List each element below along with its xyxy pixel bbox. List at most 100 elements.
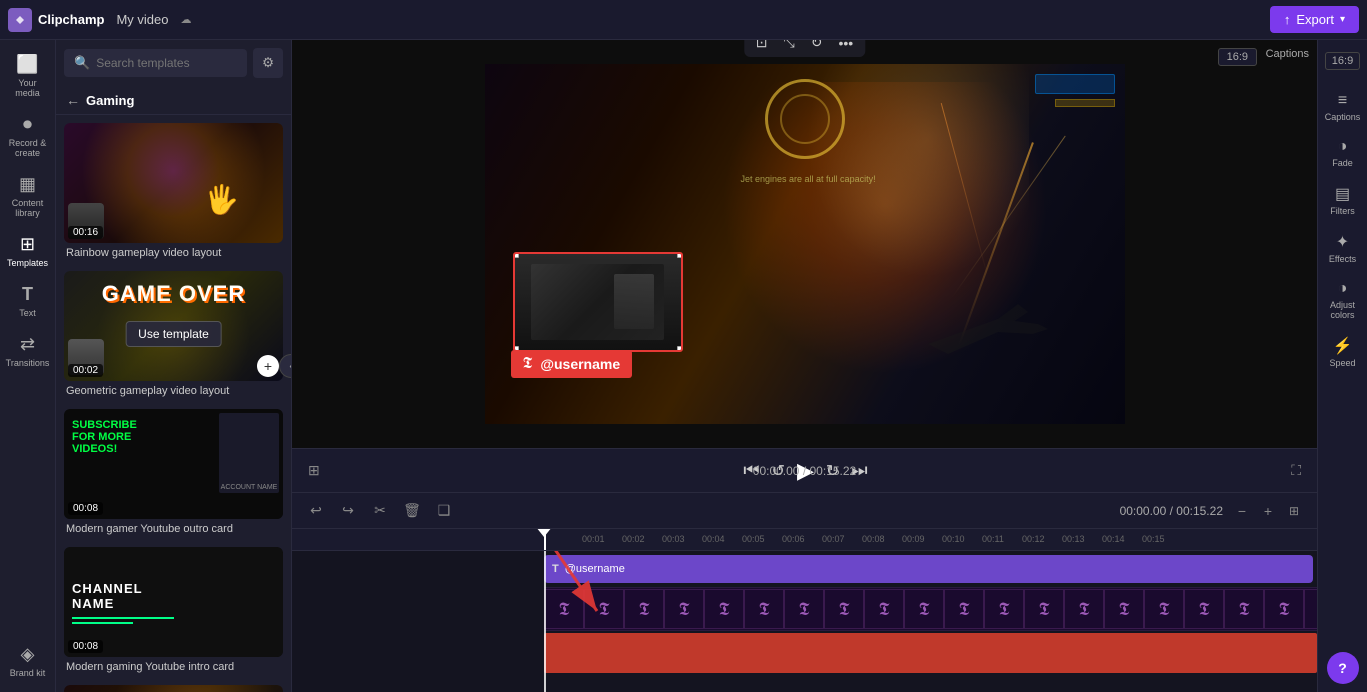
template-item-extra[interactable]	[64, 685, 283, 692]
fit-zoom-button[interactable]: ⊞	[1283, 500, 1305, 522]
ruler-mark-12: 00:12	[1022, 534, 1045, 544]
sidebar-item-label-content-library: Contentlibrary	[12, 198, 44, 218]
sidebar-item-label-templates: Templates	[7, 258, 48, 268]
redo-button[interactable]: ↪	[336, 499, 360, 523]
twitch-cell-3: 𝕿	[624, 589, 664, 629]
ruler-mark-3: 00:03	[662, 534, 685, 544]
ratio-button[interactable]: 16:9	[1325, 52, 1360, 70]
ruler-mark-14: 00:14	[1102, 534, 1125, 544]
template-add-button-geometric[interactable]: +	[257, 355, 279, 377]
video-preview: ⊡ ⤡ ↻ •••	[485, 64, 1125, 424]
timeline-area: ↩ ↪ ✂ 🗑 ❑ 00:00.00 / 00:15.22 − + ⊞	[292, 492, 1317, 692]
ruler-mark-15: 00:15	[1142, 534, 1165, 544]
video-toolbar: ⊡ ⤡ ↻ •••	[744, 40, 865, 57]
twitch-cell-2: 𝕿	[584, 589, 624, 629]
template-item-rainbow-gameplay[interactable]: 00:16 Rainbow gameplay video layout 🖐	[64, 123, 283, 263]
template-item-modern-gamer-outro[interactable]: SUBSCRIBEFOR MOREVIDEOS! ACCOUNT NAME 00…	[64, 409, 283, 539]
search-input[interactable]	[96, 56, 237, 70]
filter-button[interactable]: ⚙	[253, 48, 283, 78]
crop-button[interactable]: ⊡	[752, 40, 772, 53]
twitch-cell-4: 𝕿	[664, 589, 704, 629]
sidebar-item-label-transitions: Transitions	[6, 358, 50, 368]
left-sidebar: ⬜ Your media ⏺ Record &create ▦ Contentl…	[0, 40, 56, 692]
template-thumb-outro: SUBSCRIBEFOR MOREVIDEOS! ACCOUNT NAME 00…	[64, 409, 283, 519]
twitch-cell-18: 𝕿	[1224, 589, 1264, 629]
zoom-in-button[interactable]: +	[1257, 500, 1279, 522]
auto-save-icon: ☁	[181, 13, 192, 26]
play-button[interactable]: ▶	[797, 458, 814, 484]
use-template-tooltip[interactable]: Use template	[125, 321, 222, 347]
ruler-mark-8: 00:08	[862, 534, 885, 544]
captions-icon: ≡	[1338, 92, 1347, 110]
video-preview-container: 16:9 Captions ⊡ ⤡ ↻ •••	[292, 40, 1317, 448]
center-area: 16:9 Captions ⊡ ⤡ ↻ •••	[292, 40, 1317, 692]
template-item-geometric-gameplay[interactable]: GAME OVER 00:02 + Geometric gameplay vid…	[64, 271, 283, 401]
sidebar-item-record-create[interactable]: ⏺ Record &create	[3, 108, 53, 164]
captions-button[interactable]: ≡ Captions	[1320, 86, 1366, 128]
video-background: Jet engines are all at full capacity!	[485, 64, 1125, 424]
rewind-button[interactable]: ↺	[772, 461, 785, 481]
sidebar-item-text[interactable]: T Text	[3, 278, 53, 324]
template-thumb-intro: CHANNELNAME 00:08	[64, 547, 283, 657]
cut-button[interactable]: ✂	[368, 499, 392, 523]
skip-to-start-button[interactable]: ⏮	[743, 460, 759, 481]
export-button[interactable]: ↑ Export ▾	[1270, 6, 1359, 33]
twitch-username: @username	[540, 356, 620, 372]
search-box[interactable]: 🔍	[64, 49, 247, 77]
playhead-head	[536, 529, 552, 537]
fade-button[interactable]: ◑ Fade	[1320, 132, 1366, 174]
text-track[interactable]: T @username	[544, 555, 1313, 583]
overlay-cam[interactable]	[513, 252, 683, 352]
fullscreen-button[interactable]: ⛶	[1291, 462, 1301, 479]
speed-button[interactable]: ⚡ Speed	[1320, 330, 1366, 374]
captions-label: Captions	[1325, 112, 1361, 122]
twitch-cell-9: 𝕿	[864, 589, 904, 629]
handle-br[interactable]	[677, 346, 683, 352]
main-video-track[interactable]	[544, 633, 1317, 673]
timeline-time-display: 00:00.00 / 00:15.22	[1120, 504, 1223, 518]
help-button[interactable]: ?	[1327, 652, 1359, 684]
picture-in-picture-button[interactable]: ⊞	[308, 462, 320, 479]
sidebar-item-brand-kit[interactable]: ◈ Brand kit	[3, 638, 53, 684]
ruler-mark-4: 00:04	[702, 534, 725, 544]
templates-icon: ⊞	[20, 234, 35, 255]
sidebar-item-your-media[interactable]: ⬜ Your media	[3, 48, 53, 104]
sidebar-item-transitions[interactable]: ⇄ Transitions	[3, 328, 53, 374]
resize-button[interactable]: ⤡	[780, 40, 799, 53]
template-item-modern-gaming-intro[interactable]: CHANNELNAME 00:08 Modern gaming Youtube …	[64, 547, 283, 677]
delete-button[interactable]: 🗑	[400, 499, 424, 523]
template-label-intro: Modern gaming Youtube intro card	[64, 661, 283, 677]
duplicate-button[interactable]: ❑	[432, 499, 456, 523]
logo-icon	[8, 8, 32, 32]
effects-button[interactable]: ✦ Effects	[1320, 226, 1366, 270]
topbar: Clipchamp My video ☁ ↑ Export ▾	[0, 0, 1367, 40]
twitch-cell-6: 𝕿	[744, 589, 784, 629]
twitch-cell-1: 𝕿	[544, 589, 584, 629]
back-button[interactable]: ←	[66, 92, 80, 108]
twitch-logo-icon: 𝕿	[523, 355, 533, 373]
skip-to-end-button[interactable]: ⏭	[851, 460, 867, 481]
zoom-out-button[interactable]: −	[1231, 500, 1253, 522]
templates-category-header: ← Gaming	[56, 86, 291, 115]
handle-tr[interactable]	[677, 252, 683, 258]
project-title[interactable]: My video	[116, 12, 168, 27]
effects-label: Effects	[1329, 254, 1356, 264]
handle-tl[interactable]	[513, 252, 519, 258]
adjust-colors-button[interactable]: ◑ Adjustcolors	[1320, 274, 1366, 326]
sidebar-item-content-library[interactable]: ▦ Contentlibrary	[3, 168, 53, 224]
rotate-button[interactable]: ↻	[807, 40, 827, 53]
sidebar-item-templates[interactable]: ⊞ Templates	[3, 228, 53, 274]
ruler-mark-5: 00:05	[742, 534, 765, 544]
undo-button[interactable]: ↩	[304, 499, 328, 523]
forward-button[interactable]: ↻	[826, 461, 839, 481]
video-controls: ⊞ ⏮ ↺ ▶ ↻ ⏭ ⛶ 00:00.00 / 00:15.22	[292, 448, 1317, 492]
filters-button[interactable]: ▤ Filters	[1320, 178, 1366, 222]
timeline-ruler: 00:01 00:02 00:03 00:04 00:05 00:06 00:0…	[292, 529, 1317, 551]
ruler-mark-6: 00:06	[782, 534, 805, 544]
adjust-colors-label: Adjustcolors	[1330, 300, 1355, 320]
template-thumb-rainbow: 00:16	[64, 123, 283, 243]
ruler-mark-9: 00:09	[902, 534, 925, 544]
more-button[interactable]: •••	[834, 40, 857, 53]
your-media-icon: ⬜	[16, 54, 38, 75]
export-label: Export	[1296, 12, 1334, 27]
